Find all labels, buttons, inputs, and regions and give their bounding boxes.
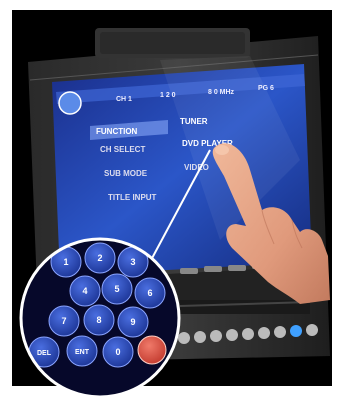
keypad-magnifier: 1 2 3 4 5 6 7 8 9 DEL ENT 0	[19, 237, 181, 396]
menu-item[interactable]: CH SELECT	[100, 145, 145, 154]
keypad-key-label: 9	[130, 317, 135, 327]
device-photo: CH 1 1 2 0 8 0 MHz PG 6 FUNCTION CH SELE…	[0, 0, 344, 396]
keypad-key-label: 7	[61, 316, 66, 326]
keypad-key-label: 8	[96, 315, 101, 325]
keypad-key-label: 4	[82, 286, 87, 296]
keypad-key-label: 6	[147, 288, 152, 298]
keypad-key-label: 0	[115, 347, 120, 357]
red-key[interactable]	[137, 335, 167, 365]
menu-item[interactable]: SUB MODE	[104, 169, 148, 178]
menu-item[interactable]: FUNCTION	[96, 127, 138, 136]
screen-logo	[58, 91, 82, 115]
menu-item[interactable]: TITLE INPUT	[108, 193, 157, 202]
keypad-key-label: ENT	[75, 349, 90, 356]
keypad-key-label: 1	[63, 257, 68, 267]
keypad-key-label: 3	[130, 257, 135, 267]
keypad-key-label: 5	[114, 284, 119, 294]
keypad-key-label: 2	[97, 253, 102, 263]
photo-scene: CH 1 1 2 0 8 0 MHz PG 6 FUNCTION CH SELE…	[0, 0, 344, 396]
header-channel: CH 1	[116, 96, 132, 103]
keypad-key-label: DEL	[37, 350, 52, 357]
